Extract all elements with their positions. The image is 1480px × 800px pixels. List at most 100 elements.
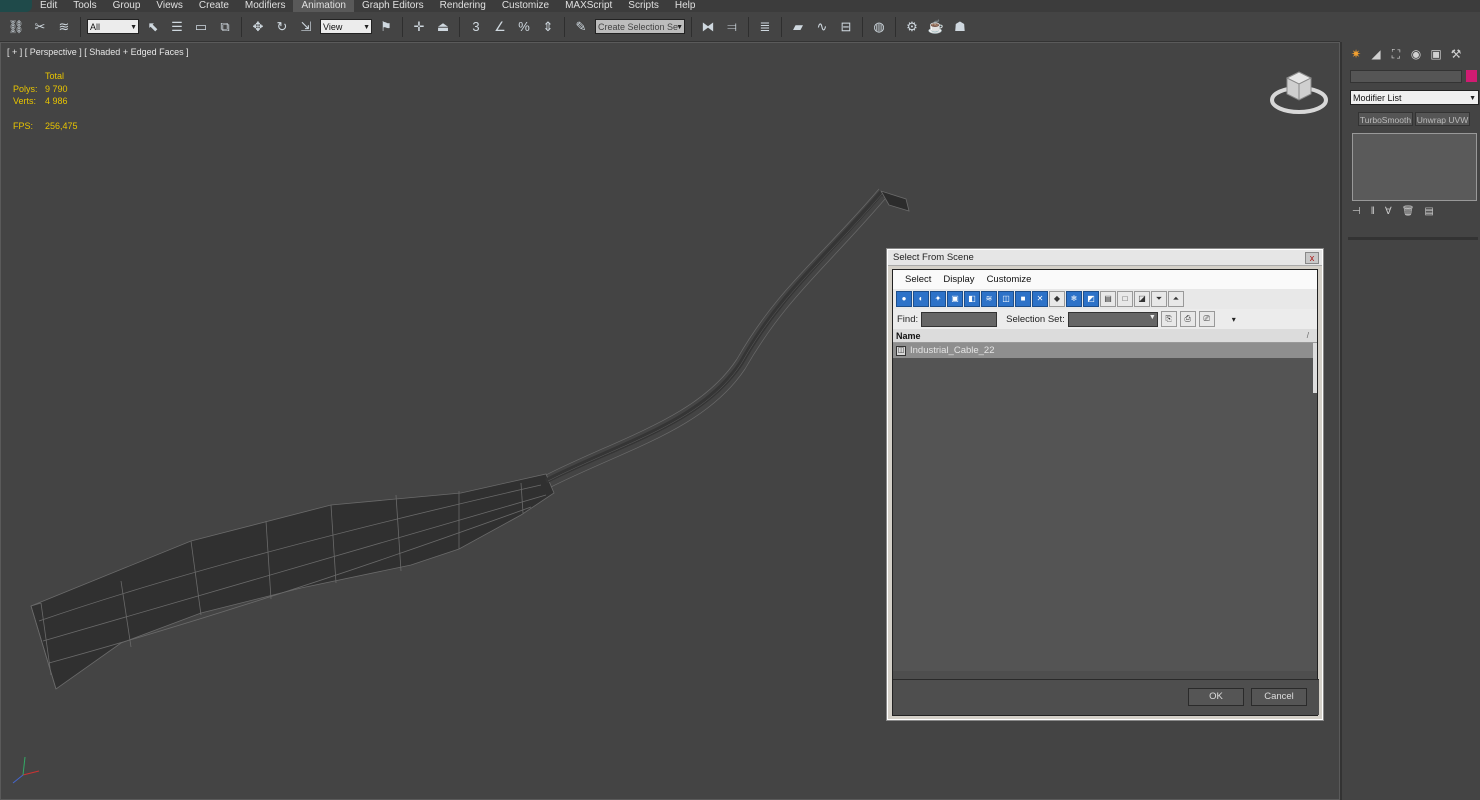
display-helpers-icon[interactable]: ◧	[964, 291, 980, 307]
layer-manager-icon[interactable]: ≣	[755, 17, 775, 37]
dialog-menu-customize[interactable]: Customize	[981, 274, 1038, 285]
schematic-view-icon[interactable]: ⊟	[836, 17, 856, 37]
object-name-field[interactable]	[1350, 70, 1462, 83]
cancel-button[interactable]: Cancel	[1251, 688, 1307, 706]
display-all-icon[interactable]: ▤	[1100, 291, 1116, 307]
modifier-list-dropdown[interactable]: Modifier List ▼	[1350, 90, 1479, 105]
rotate-icon[interactable]: ↻	[272, 17, 292, 37]
configure-sets-icon[interactable]: ▤	[1424, 206, 1433, 222]
render-production-icon[interactable]: ☗	[950, 17, 970, 37]
viewport-label[interactable]: [ + ] [ Perspective ] [ Shaded + Edged F…	[7, 47, 189, 57]
turbosmooth-button[interactable]: TurboSmooth	[1358, 112, 1413, 126]
dialog-menu-select[interactable]: Select	[899, 274, 937, 285]
display-tab-icon[interactable]: ▣	[1428, 46, 1444, 62]
edit-named-sets-icon[interactable]: ✎	[571, 17, 591, 37]
graphite-ribbon-icon[interactable]: ▰	[788, 17, 808, 37]
display-frozen-icon[interactable]: ❄	[1066, 291, 1082, 307]
snap-toggle-icon[interactable]: 3	[466, 17, 486, 37]
selection-set-dropdown[interactable]	[1067, 311, 1158, 327]
reference-coordinate-dropdown[interactable]: View	[320, 19, 372, 35]
render-setup-icon[interactable]: ⚙	[902, 17, 922, 37]
remove-from-set-icon[interactable]: ⎚	[1198, 311, 1215, 327]
dialog-titlebar[interactable]: Select From Scene x	[888, 250, 1322, 266]
hierarchy-tab-icon[interactable]: ⛶	[1388, 46, 1404, 62]
menu-graph-editors[interactable]: Graph Editors	[354, 0, 432, 12]
link-icon[interactable]: ⛓	[6, 17, 26, 37]
display-xrefs-icon[interactable]: ■	[1015, 291, 1031, 307]
display-none-icon[interactable]: □	[1117, 291, 1133, 307]
percent-snap-icon[interactable]: %	[514, 17, 534, 37]
menu-scripts[interactable]: Scripts	[620, 0, 667, 12]
display-hidden-icon[interactable]: ◩	[1083, 291, 1099, 307]
scale-icon[interactable]: ⇲	[296, 17, 316, 37]
display-bones-icon[interactable]: ✕	[1032, 291, 1048, 307]
dialog-menubar: Select Display Customize	[893, 270, 1317, 289]
object-color-swatch[interactable]	[1466, 70, 1477, 82]
menu-help[interactable]: Help	[667, 0, 704, 12]
list-item[interactable]: ◫ Industrial_Cable_22	[893, 343, 1317, 358]
filter-options-icon[interactable]: ⏶	[1168, 291, 1184, 307]
move-icon[interactable]: ✥	[248, 17, 268, 37]
list-scrollbar[interactable]	[1313, 343, 1317, 393]
menu-maxscript[interactable]: MAXScript	[557, 0, 620, 12]
display-lights-icon[interactable]: ✦	[930, 291, 946, 307]
toolbar-divider	[80, 16, 81, 37]
motion-tab-icon[interactable]: ◉	[1408, 46, 1424, 62]
display-groups-icon[interactable]: ◫	[998, 291, 1014, 307]
material-editor-icon[interactable]: ◍	[869, 17, 889, 37]
select-by-name-icon[interactable]: ☰	[167, 17, 187, 37]
make-unique-icon[interactable]: ∀	[1385, 206, 1392, 222]
scene-object-list[interactable]: ◫ Industrial_Cable_22	[893, 343, 1317, 671]
display-invert-icon[interactable]: ◪	[1134, 291, 1150, 307]
modify-tab-icon[interactable]: ◢	[1368, 46, 1384, 62]
menu-edit[interactable]: Edit	[32, 0, 65, 12]
menu-rendering[interactable]: Rendering	[432, 0, 494, 12]
filter-icon[interactable]: ⏷	[1151, 291, 1167, 307]
unlink-icon[interactable]: ✂	[30, 17, 50, 37]
modifier-stack[interactable]	[1352, 133, 1477, 201]
utilities-tab-icon[interactable]: ⚒	[1448, 46, 1464, 62]
rendered-frame-window-icon[interactable]: ☕	[926, 17, 946, 37]
menu-animation[interactable]: Animation	[293, 0, 354, 12]
spinner-snap-icon[interactable]: ⇕	[538, 17, 558, 37]
show-end-result-icon[interactable]: ‖	[1371, 206, 1375, 222]
display-shapes-icon[interactable]: ◐	[913, 291, 929, 307]
menu-customize[interactable]: Customize	[494, 0, 557, 12]
menu-create[interactable]: Create	[191, 0, 237, 12]
selection-filter-dropdown[interactable]: All	[87, 19, 139, 35]
display-spacewarps-icon[interactable]: ≋	[981, 291, 997, 307]
display-cameras-icon[interactable]: ▣	[947, 291, 963, 307]
viewcube-icon[interactable]	[1269, 68, 1329, 118]
add-to-set-icon[interactable]: ⎙	[1179, 311, 1196, 327]
curve-editor-icon[interactable]: ∿	[812, 17, 832, 37]
app-logo[interactable]	[0, 0, 32, 12]
pivot-icon[interactable]: ⚑	[376, 17, 396, 37]
bind-spacewarp-icon[interactable]: ≋	[54, 17, 74, 37]
window-crossing-icon[interactable]: ⧉	[215, 17, 235, 37]
close-button[interactable]: x	[1305, 252, 1319, 264]
menu-tools[interactable]: Tools	[65, 0, 104, 12]
create-selection-set-icon[interactable]: ⎘	[1160, 311, 1177, 327]
select-object-icon[interactable]: ⬉	[143, 17, 163, 37]
align-icon[interactable]: ⫤	[722, 17, 742, 37]
dialog-menu-display[interactable]: Display	[937, 274, 980, 285]
rect-selection-icon[interactable]: ▭	[191, 17, 211, 37]
mirror-icon[interactable]: ⧓	[698, 17, 718, 37]
display-containers-icon[interactable]: ◆	[1049, 291, 1065, 307]
ok-button[interactable]: OK	[1188, 688, 1244, 706]
menu-modifiers[interactable]: Modifiers	[237, 0, 294, 12]
angle-snap-icon[interactable]: ∠	[490, 17, 510, 37]
pin-stack-icon[interactable]: ⊣	[1352, 206, 1361, 222]
chevron-down-icon[interactable]: ▾	[1232, 315, 1236, 324]
select-manipulate-icon[interactable]: ✛	[409, 17, 429, 37]
menu-group[interactable]: Group	[105, 0, 149, 12]
unwrap-uvw-button[interactable]: Unwrap UVW	[1415, 112, 1470, 126]
named-selection-set-dropdown[interactable]: Create Selection Se	[595, 19, 685, 35]
create-tab-icon[interactable]: ✷	[1348, 46, 1364, 62]
keyboard-shortcut-icon[interactable]: ⏏	[433, 17, 453, 37]
find-input[interactable]	[921, 311, 998, 327]
display-geometry-icon[interactable]: ●	[896, 291, 912, 307]
name-column-header[interactable]: Name /	[893, 329, 1317, 343]
remove-modifier-icon[interactable]: 🗑	[1402, 206, 1415, 222]
menu-views[interactable]: Views	[148, 0, 191, 12]
